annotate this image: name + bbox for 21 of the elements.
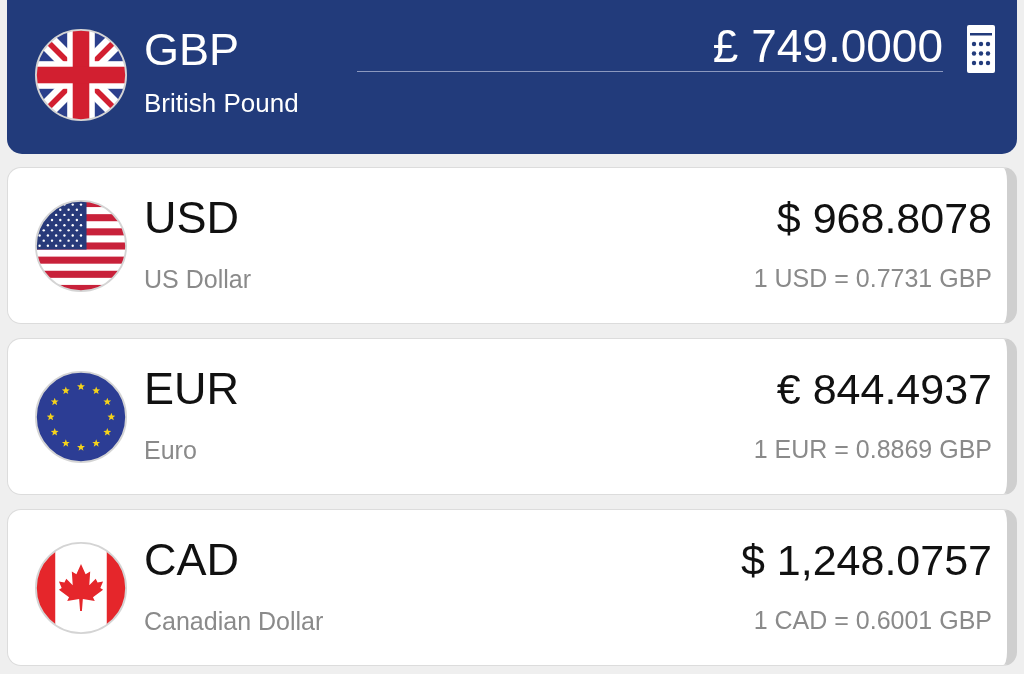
currency-code: GBP (144, 24, 241, 76)
converted-amount: € 844.4937 (776, 363, 992, 414)
exchange-rate: 1 CAD = 0.6001 GBP (753, 604, 992, 635)
converted-amount: $ 1,248.0757 (740, 534, 992, 585)
us-flag-icon (35, 199, 127, 292)
currency-card[interactable]: USD US Dollar $ 968.8078 1 USD = 0.7731 GBP (7, 167, 1017, 324)
exchange-rate: 1 EUR = 0.8869 GBP (753, 433, 992, 464)
amount-input[interactable]: £ 749.0000 (357, 20, 943, 72)
canada-flag-icon (35, 541, 127, 634)
currency-code: CAD (144, 533, 240, 586)
converted-amount: $ 968.8078 (776, 192, 992, 243)
currency-card[interactable]: CAD Canadian Dollar $ 1,248.0757 1 CAD = 0.6001 GBP (7, 509, 1017, 666)
currency-name: US Dollar (144, 263, 251, 294)
currency-name: Euro (144, 434, 198, 465)
currency-code: USD (144, 191, 240, 244)
currency-name: British Pound (144, 88, 299, 118)
currency-code: EUR (144, 362, 239, 415)
calculator-icon[interactable] (967, 25, 995, 73)
currency-name: Canadian Dollar (144, 605, 324, 636)
currency-card[interactable]: EUR Euro € 844.4937 1 EUR = 0.8869 GBP (7, 338, 1017, 495)
exchange-rate: 1 USD = 0.7731 GBP (753, 262, 992, 293)
